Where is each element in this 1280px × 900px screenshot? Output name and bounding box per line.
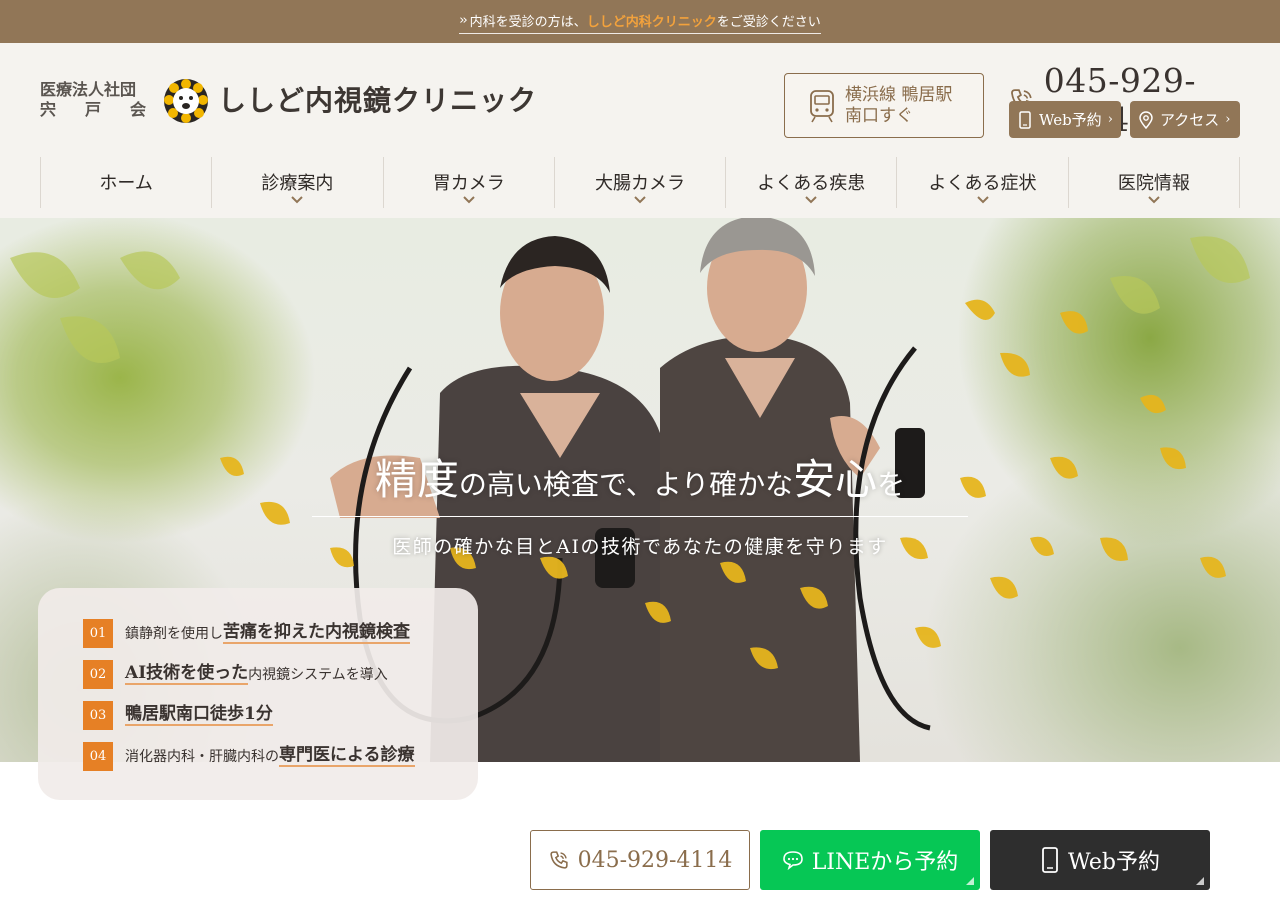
- feature-emphasis: 鴨居駅南口徒歩1分: [125, 704, 273, 726]
- feature-number-badge: 04: [83, 741, 113, 771]
- hero-divider: [312, 516, 968, 517]
- station-text: 横浜線 鴨居駅 南口すぐ: [845, 85, 952, 127]
- cta-web-label: Web予約: [1068, 850, 1160, 875]
- nav-item-diseases[interactable]: よくある疾患: [726, 157, 898, 208]
- notice-suffix: をご受診ください: [716, 15, 821, 30]
- nav-label: 胃カメラ: [432, 173, 505, 194]
- smartphone-icon: [1042, 847, 1058, 873]
- corporation-line2: 宍 戸 会: [40, 100, 146, 120]
- notice-bar: ›› 内科を受診の方は、 ししど内科クリニック をご受診ください: [0, 0, 1280, 43]
- notice-prefix: 内科を受診の方は、: [469, 15, 587, 30]
- cta-phone-button[interactable]: 045-929-4114: [530, 830, 750, 890]
- feature-text: 消化器内科・肝臓内科の: [125, 749, 279, 765]
- nav-item-symptoms[interactable]: よくある症状: [897, 157, 1069, 208]
- feature-list: 01 鎮静剤を使用し 苦痛を抑えた内視鏡検査 02 AI技術を使った 内視鏡シス…: [38, 588, 478, 800]
- train-icon: [810, 89, 834, 122]
- feature-item: 02 AI技術を使った 内視鏡システムを導入: [83, 659, 478, 689]
- nav-label: ホーム: [99, 173, 153, 194]
- station-line2: 南口すぐ: [845, 105, 913, 126]
- corner-triangle-icon: [1196, 877, 1204, 885]
- chevron-right-icon: ›: [1107, 112, 1113, 127]
- nav-item-home[interactable]: ホーム: [41, 157, 213, 208]
- global-nav: ホーム 診療案内 胃カメラ 大腸カメラ よくある疾患 よくある症状 医院情報: [40, 157, 1240, 208]
- station-line1: 横浜線 鴨居駅: [845, 84, 953, 105]
- feature-text: 内視鏡システムを導入: [248, 667, 388, 683]
- chevron-down-icon: [634, 196, 646, 204]
- nav-label: 大腸カメラ: [594, 173, 685, 194]
- corporation-line1: 医療法人社団: [40, 80, 137, 99]
- feature-item: 03 鴨居駅南口徒歩1分: [83, 700, 478, 730]
- nav-label: 医院情報: [1117, 173, 1190, 194]
- feature-item: 01 鎮静剤を使用し 苦痛を抑えた内視鏡検査: [83, 618, 478, 648]
- feature-emphasis: AI技術を使った: [125, 663, 249, 685]
- nav-label: よくある症状: [928, 173, 1037, 194]
- corner-triangle-icon: [966, 877, 974, 885]
- nav-item-services[interactable]: 診療案内: [212, 157, 384, 208]
- chevron-down-icon: [291, 196, 304, 204]
- cta-line-button[interactable]: LINEから予約: [760, 830, 980, 890]
- feature-item: 04 消化器内科・肝臓内科の 専門医による診療: [83, 741, 478, 771]
- hero-title-text: を: [877, 468, 906, 501]
- nav-item-colonoscopy[interactable]: 大腸カメラ: [555, 157, 727, 208]
- feature-number-badge: 01: [83, 618, 113, 648]
- nav-item-clinic-info[interactable]: 医院情報: [1069, 157, 1240, 208]
- phone-icon: [549, 851, 568, 869]
- hero-title-text: の高い検査で、より確かな: [458, 468, 794, 501]
- hero-title: 精度の高い検査で、より確かな安心を: [0, 446, 1280, 507]
- nav-item-gastroscopy[interactable]: 胃カメラ: [384, 157, 555, 208]
- double-chevron-icon: ››: [459, 13, 468, 28]
- chevron-down-icon: [462, 196, 475, 204]
- feature-emphasis: 苦痛を抑えた内視鏡検査: [223, 622, 410, 644]
- station-info[interactable]: 横浜線 鴨居駅 南口すぐ: [784, 73, 984, 138]
- corp-char: 宍: [40, 100, 57, 119]
- access-button[interactable]: アクセス ›: [1130, 101, 1240, 138]
- chevron-down-icon: [1148, 196, 1160, 204]
- feature-text: 鎮静剤を使用し: [125, 626, 223, 642]
- cta-line-label: LINEから予約: [811, 850, 959, 875]
- nav-label: 診療案内: [261, 173, 334, 194]
- notice-link[interactable]: ›› 内科を受診の方は、 ししど内科クリニック をご受診ください: [459, 11, 821, 34]
- cta-phone-label: 045-929-4114: [577, 847, 733, 873]
- hero-title-emphasis: 安心: [793, 455, 878, 504]
- chevron-down-icon: [976, 196, 989, 204]
- web-reservation-label: Web予約: [1039, 111, 1102, 129]
- feature-number-badge: 02: [83, 659, 113, 689]
- corp-char: 戸: [84, 100, 101, 119]
- site-header: 医療法人社団 宍 戸 会 ししど内視鏡クリニック 横浜線 鴨居駅 南口すぐ 04…: [0, 43, 1280, 218]
- feature-number-badge: 03: [83, 700, 113, 730]
- corp-char: 会: [129, 100, 146, 119]
- clinic-name[interactable]: ししど内視鏡クリニック: [218, 79, 537, 119]
- smartphone-icon: [1019, 110, 1031, 129]
- feature-emphasis: 専門医による診療: [279, 745, 415, 767]
- hero-title-emphasis: 精度: [374, 455, 459, 504]
- corporation-name: 医療法人社団 宍 戸 会: [40, 80, 150, 120]
- chevron-right-icon: ›: [1225, 112, 1231, 127]
- lion-logo-icon[interactable]: [163, 78, 209, 124]
- map-pin-icon: [1139, 110, 1153, 129]
- notice-clinic-link[interactable]: ししど内科クリニック: [587, 11, 717, 30]
- cta-web-reservation-button[interactable]: Web予約: [990, 830, 1210, 890]
- web-reservation-button[interactable]: Web予約 ›: [1009, 101, 1121, 138]
- chevron-down-icon: [805, 196, 817, 204]
- hero-subtitle: 医師の確かな目とAIの技術であなたの健康を守ります: [392, 536, 888, 558]
- nav-label: よくある疾患: [757, 173, 866, 194]
- access-label: アクセス: [1160, 111, 1220, 129]
- chat-bubble-icon: [782, 851, 803, 871]
